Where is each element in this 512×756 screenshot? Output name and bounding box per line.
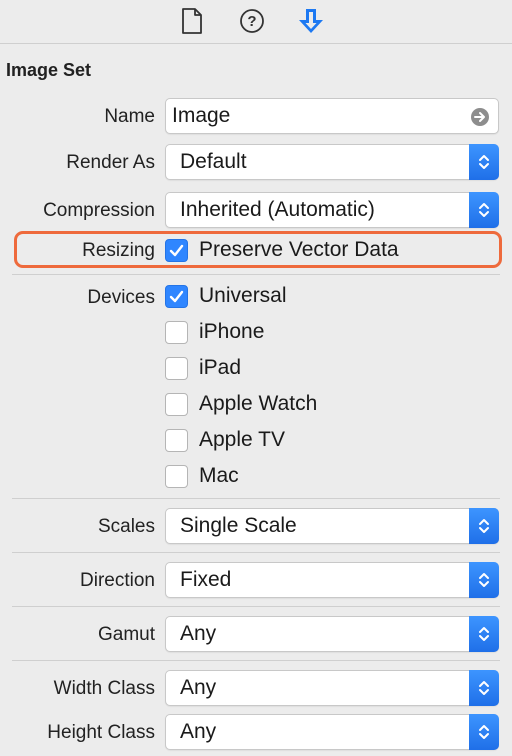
direction-select[interactable]: Fixed [165,562,499,598]
device-ipad-checkbox[interactable] [165,357,188,380]
file-icon [182,8,202,34]
name-label: Name [104,106,155,127]
compression-select[interactable]: Inherited (Automatic) [165,192,499,228]
up-down-chevron-icon [479,681,489,695]
divider [12,274,500,275]
device-ipad-label: iPad [199,356,242,379]
height-class-value: Any [180,720,217,743]
up-down-chevron-icon [479,725,489,739]
device-apple-watch-label: Apple Watch [199,392,318,415]
devices-label: Devices [87,287,155,308]
direction-label: Direction [80,570,155,591]
section-title: Image Set [6,60,92,80]
up-down-chevron-icon [479,155,489,169]
gamut-stepper[interactable] [469,616,499,652]
render-as-select[interactable]: Default [165,144,499,180]
compression-label: Compression [43,200,155,221]
inspector-tab-bar: ? [0,0,512,44]
scales-label: Scales [97,516,155,537]
width-class-label: Width Class [53,678,155,699]
render-as-value: Default [180,150,247,173]
svg-text:?: ? [247,13,256,30]
device-iphone-checkbox[interactable] [165,321,188,344]
name-field[interactable]: Image [165,98,499,134]
divider [12,606,500,607]
divider [12,498,500,499]
device-universal-label: Universal [199,284,287,307]
file-inspector-tab[interactable] [177,6,207,36]
compression-value: Inherited (Automatic) [180,198,375,221]
preserve-vector-data-label: Preserve Vector Data [199,238,399,261]
render-as-label: Render As [66,152,155,173]
help-icon: ? [240,9,264,33]
height-class-select[interactable]: Any [165,714,499,750]
scales-value: Single Scale [180,514,297,537]
divider [12,552,500,553]
scales-select[interactable]: Single Scale [165,508,499,544]
device-mac-label: Mac [199,464,239,487]
width-class-stepper[interactable] [469,670,499,706]
device-mac-checkbox[interactable] [165,465,188,488]
width-class-select[interactable]: Any [165,670,499,706]
direction-value: Fixed [180,568,232,591]
device-universal-checkbox[interactable] [165,285,188,308]
preserve-vector-data-checkbox[interactable] [165,239,188,262]
gamut-label: Gamut [97,624,155,645]
attributes-inspector-icon [299,9,323,33]
device-apple-tv-checkbox[interactable] [165,429,188,452]
up-down-chevron-icon [479,519,489,533]
width-class-value: Any [180,676,217,699]
up-down-chevron-icon [479,203,489,217]
device-apple-watch-checkbox[interactable] [165,393,188,416]
height-class-label: Height Class [47,722,155,743]
gamut-value: Any [180,622,217,645]
checkmark-icon [169,290,184,303]
scales-stepper[interactable] [469,508,499,544]
name-value: Image [172,104,231,127]
render-as-stepper[interactable] [469,144,499,180]
up-down-chevron-icon [479,627,489,641]
attributes-inspector-tab[interactable] [296,6,326,36]
arrow-right-circle-icon[interactable] [470,107,490,127]
height-class-stepper[interactable] [469,714,499,750]
gamut-select[interactable]: Any [165,616,499,652]
checkmark-icon [169,244,184,257]
device-apple-tv-label: Apple TV [199,428,285,451]
compression-stepper[interactable] [469,192,499,228]
quick-help-tab[interactable]: ? [237,6,267,36]
device-iphone-label: iPhone [199,320,265,343]
direction-stepper[interactable] [469,562,499,598]
divider [12,660,500,661]
resizing-label: Resizing [82,240,155,261]
up-down-chevron-icon [479,573,489,587]
